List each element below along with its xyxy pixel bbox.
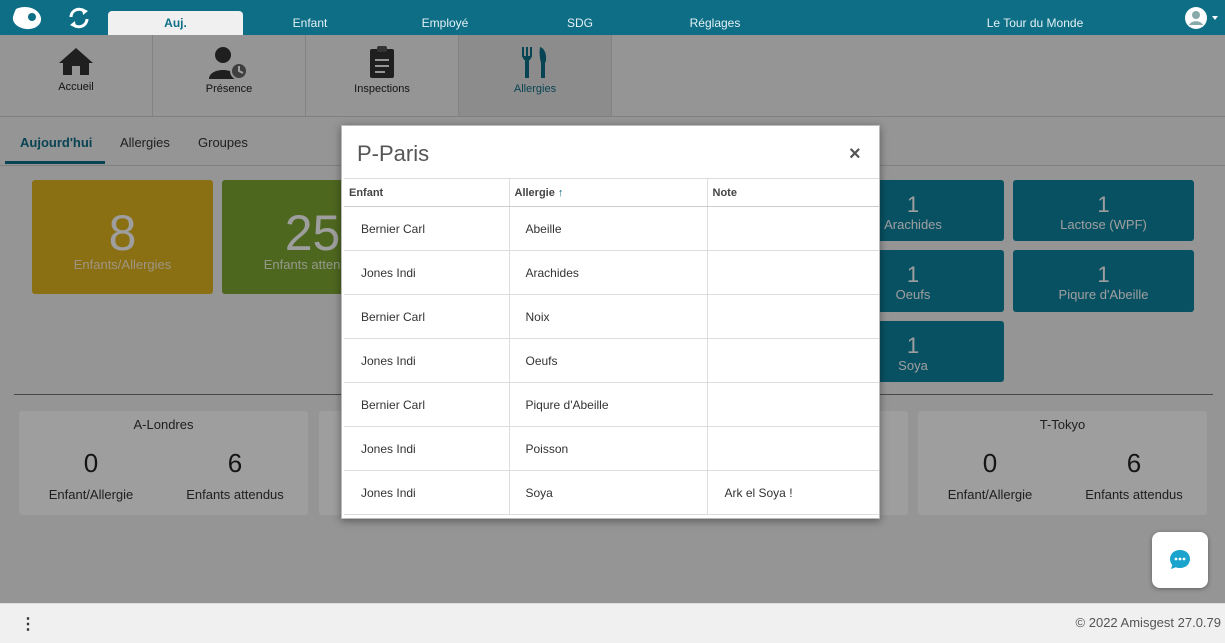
cell-child: Bernier Carl: [344, 294, 510, 339]
modal-title: P-Paris: [357, 141, 430, 166]
column-header-child-label: Enfant: [349, 186, 384, 199]
allergy-table: Enfant Allergie ↑ Note Bernier Carl Abei…: [344, 178, 879, 515]
column-header-child[interactable]: Enfant: [344, 178, 510, 207]
cell-child: Jones Indi: [344, 426, 510, 471]
table-row[interactable]: Jones Indi Oeufs: [344, 338, 879, 383]
nav-tab-child[interactable]: Enfant: [265, 11, 355, 35]
table-row[interactable]: Jones Indi Arachides: [344, 250, 879, 295]
chat-button[interactable]: [1152, 532, 1208, 588]
cell-allergy: Noix: [509, 294, 708, 339]
refresh-icon[interactable]: [66, 5, 92, 31]
cell-child: Jones Indi: [344, 250, 510, 295]
table-row[interactable]: Bernier Carl Noix: [344, 294, 879, 339]
top-nav: Auj. Enfant Employé SDG Réglages Le Tour…: [0, 0, 1225, 35]
cell-note: [707, 206, 879, 251]
cell-child: Jones Indi: [344, 338, 510, 383]
column-header-note-label: Note: [712, 186, 737, 199]
cell-allergy: Piqure d'Abeille: [509, 382, 708, 427]
cell-note: [707, 294, 879, 339]
cell-child: Jones Indi: [344, 470, 510, 515]
table-row[interactable]: Jones Indi Poisson: [344, 426, 879, 471]
cell-note: [707, 382, 879, 427]
cell-note: [707, 250, 879, 295]
table-row[interactable]: Jones Indi Soya Ark el Soya !: [344, 470, 879, 515]
chat-icon: [1170, 550, 1190, 569]
cell-allergy: Soya: [509, 470, 708, 515]
footer: ⋮ © 2022 Amisgest 27.0.79: [0, 603, 1225, 643]
cell-note: [707, 426, 879, 471]
group-allergy-modal: P-Paris × Enfant Allergie ↑ Note Bernier…: [341, 125, 880, 519]
cell-note: Ark el Soya !: [707, 470, 879, 515]
cell-allergy: Abeille: [509, 206, 708, 251]
more-menu-icon[interactable]: ⋮: [20, 614, 36, 634]
cell-note: [707, 338, 879, 383]
column-header-note[interactable]: Note: [707, 178, 879, 207]
table-row[interactable]: Bernier Carl Piqure d'Abeille: [344, 382, 879, 427]
user-menu-icon[interactable]: [1184, 6, 1222, 30]
cell-child: Bernier Carl: [344, 206, 510, 251]
cell-child: Bernier Carl: [344, 382, 510, 427]
nav-tab-world-tour[interactable]: Le Tour du Monde: [960, 11, 1110, 35]
nav-tab-sdg[interactable]: SDG: [535, 11, 625, 35]
close-icon[interactable]: ×: [849, 144, 861, 164]
cell-allergy: Arachides: [509, 250, 708, 295]
table-row[interactable]: Bernier Carl Abeille: [344, 206, 879, 251]
column-header-allergy-label: Allergie: [514, 186, 555, 199]
cell-allergy: Oeufs: [509, 338, 708, 383]
column-header-allergy[interactable]: Allergie ↑: [509, 178, 708, 207]
sort-ascending-icon: ↑: [557, 186, 564, 199]
nav-tab-settings[interactable]: Réglages: [670, 11, 760, 35]
nav-tab-employee[interactable]: Employé: [400, 11, 490, 35]
nav-tab-today[interactable]: Auj.: [108, 11, 243, 35]
cell-allergy: Poisson: [509, 426, 708, 471]
copyright-text: © 2022 Amisgest 27.0.79: [1075, 615, 1221, 630]
logo-icon[interactable]: [10, 5, 44, 31]
